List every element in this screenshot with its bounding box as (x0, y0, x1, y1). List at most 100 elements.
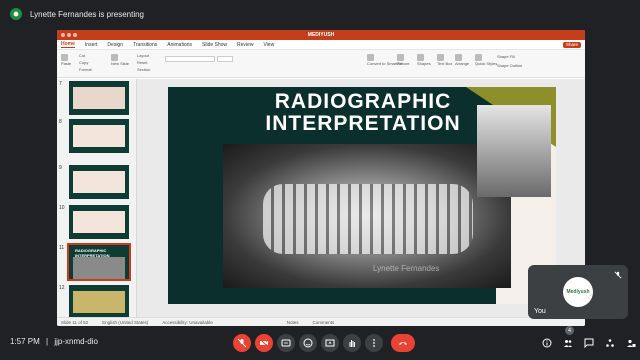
font-name-field[interactable] (165, 56, 215, 62)
watermark: Lynette Fernandes (373, 264, 440, 273)
activities-button[interactable] (603, 334, 616, 352)
paste-icon (61, 54, 68, 61)
comments-button[interactable]: Comments (313, 320, 335, 325)
present-screen-icon (325, 339, 335, 347)
teeth-region (263, 184, 473, 254)
reset-button[interactable]: Reset (137, 59, 150, 66)
slide-thumbnail[interactable] (69, 119, 129, 153)
lock-person-icon (626, 339, 635, 347)
slides-group: Layout Reset Section (137, 52, 150, 73)
arrange-button[interactable]: Arrange (455, 54, 469, 66)
meeting-details-button[interactable] (540, 334, 553, 352)
shapes-button[interactable]: Shapes (417, 54, 431, 66)
tab-review[interactable]: Review (237, 42, 253, 48)
thumbnail-row[interactable]: 8 (59, 119, 135, 153)
meeting-info: 1:57 PM | jjp-xnmd-dio (10, 337, 98, 346)
presenter-avatar (10, 8, 22, 20)
textbox-button[interactable]: Text Box (437, 54, 452, 66)
camera-off-icon (259, 338, 269, 348)
shape-format-group: Shape Fill Shape Outline (497, 52, 522, 70)
mic-muted-icon (614, 271, 622, 279)
clipboard-group: Cut Copy Format (79, 52, 92, 73)
tab-design[interactable]: Design (107, 42, 123, 48)
self-name: You (534, 308, 546, 315)
ribbon-toolbar: Paste Cut Copy Format New Slide Layout R… (57, 50, 585, 78)
mic-off-icon (237, 338, 247, 348)
host-controls-button[interactable] (624, 334, 637, 352)
notes-button[interactable]: Notes (287, 320, 299, 325)
present-button[interactable] (321, 334, 339, 352)
thumbnail-row[interactable]: 12 (59, 285, 135, 319)
slide-counter: Slide 11 of 52 (61, 319, 89, 325)
raise-hand-button[interactable] (343, 334, 361, 352)
thumbnail-row[interactable]: 11 RADIOGRAPHIC INTERPRETATION (59, 243, 135, 281)
panoramic-radiograph: Lynette Fernandes (223, 144, 511, 288)
thumbnail-row[interactable]: 9 (59, 165, 135, 199)
new-slide-button[interactable]: New Slide (111, 54, 129, 66)
ppt-status-bar: Slide 11 of 52 English (United States) A… (57, 317, 585, 326)
captions-icon (281, 339, 291, 347)
shared-screen-powerpoint: MEDIYUSH Home Insert Design Transitions … (57, 30, 585, 326)
tab-animations[interactable]: Animations (167, 42, 192, 48)
ribbon-tabs: Home Insert Design Transitions Animation… (57, 40, 585, 50)
arrange-icon (455, 54, 462, 61)
chat-icon (584, 338, 593, 348)
leave-call-button[interactable] (391, 334, 415, 352)
new-slide-icon (111, 54, 118, 61)
picture-icon (397, 54, 404, 61)
slide-thumbnail-active[interactable]: RADIOGRAPHIC INTERPRETATION (67, 243, 131, 281)
font-size-field[interactable] (217, 56, 233, 62)
people-icon (563, 340, 572, 347)
picture-button[interactable]: Picture (397, 54, 409, 66)
tab-slide-show[interactable]: Slide Show (202, 42, 227, 48)
language-status: English (United States) (102, 319, 149, 325)
shape-fill-button[interactable]: Shape Fill (497, 52, 522, 61)
presenter-text: Lynette Fernandes is presenting (30, 9, 144, 19)
tab-transitions[interactable]: Transitions (133, 42, 157, 48)
tab-home[interactable]: Home (61, 41, 75, 48)
share-button[interactable]: Share (562, 42, 581, 48)
slide-thumbnail[interactable] (69, 165, 129, 199)
format-button[interactable]: Format (79, 66, 92, 73)
section-button[interactable]: Section (137, 66, 150, 73)
chat-button[interactable] (582, 334, 595, 352)
hang-up-icon (399, 342, 407, 345)
meeting-time: 1:57 PM (10, 337, 40, 346)
ppt-titlebar: MEDIYUSH (57, 30, 585, 40)
slide-thumbnail[interactable] (69, 81, 129, 115)
shape-outline-button[interactable]: Shape Outline (497, 61, 522, 70)
captions-button[interactable] (277, 334, 295, 352)
slide-thumbnail[interactable] (69, 205, 129, 239)
paste-button[interactable]: Paste (61, 54, 71, 66)
ppt-doc-title: MEDIYUSH (307, 32, 335, 38)
window-controls (61, 33, 77, 37)
periapical-radiograph (477, 105, 551, 197)
accessibility-status: Accessibility: Unavailable (162, 319, 213, 325)
smartart-icon (367, 54, 374, 61)
cut-button[interactable]: Cut (79, 52, 92, 59)
shapes-icon (417, 54, 424, 61)
camera-toggle-button[interactable] (255, 334, 273, 352)
slide-title: RADIOGRAPHIC INTERPRETATION (265, 90, 461, 135)
thumbnail-row[interactable]: 7 (59, 81, 135, 115)
copy-button[interactable]: Copy (79, 59, 92, 66)
layout-button[interactable]: Layout (137, 52, 150, 59)
tab-view[interactable]: View (263, 42, 274, 48)
call-controls (233, 334, 415, 352)
slide-thumbnails: 7 8 9 10 11 RADIOGRAPHIC INTERPRETATION … (57, 79, 137, 319)
info-icon (542, 338, 551, 348)
more-options-button[interactable] (365, 334, 383, 352)
participants-count-badge: 4 (565, 326, 574, 335)
thumbnail-row[interactable]: 10 (59, 205, 135, 239)
self-video-tile[interactable]: Mediyush You (528, 265, 628, 319)
quick-styles-icon (475, 54, 482, 61)
quick-styles-button[interactable]: Quick Styles (475, 54, 497, 66)
mic-toggle-button[interactable] (233, 334, 251, 352)
slide-thumbnail[interactable] (69, 285, 129, 319)
reactions-button[interactable] (299, 334, 317, 352)
meet-window: Lynette Fernandes is presenting MEDIYUSH… (0, 0, 640, 360)
people-button[interactable]: 4 (561, 326, 574, 352)
current-slide[interactable]: RADIOGRAPHIC INTERPRETATION Lynette Fern… (168, 87, 556, 304)
textbox-icon (437, 54, 444, 61)
tab-insert[interactable]: Insert (85, 42, 98, 48)
